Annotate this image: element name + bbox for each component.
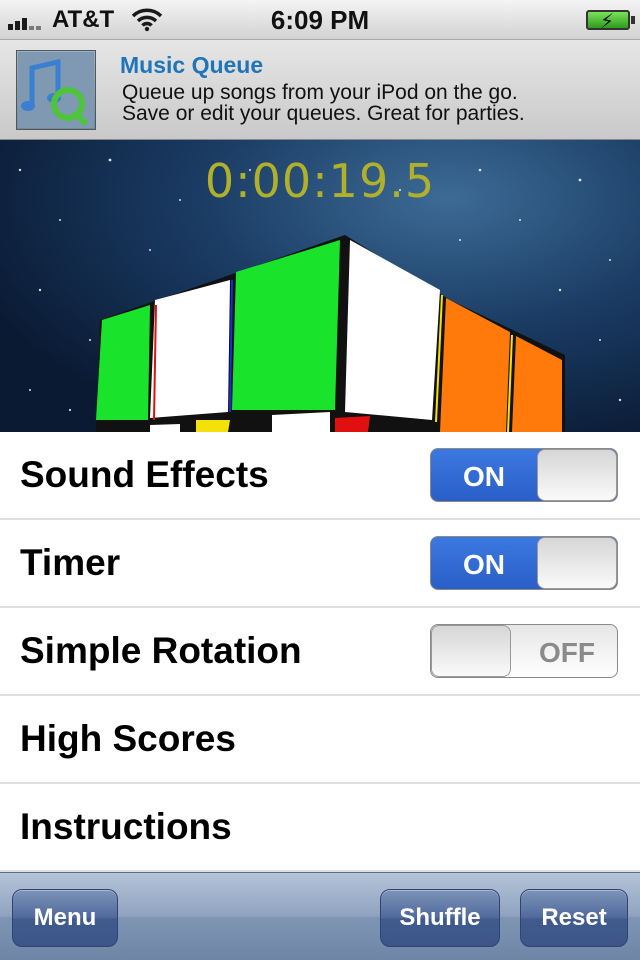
simple-rotation-label: Simple Rotation <box>20 630 302 671</box>
instructions-label: Instructions <box>20 806 232 847</box>
ad-title: Music Queue <box>120 52 264 78</box>
toggle-state-text: OFF <box>539 637 595 668</box>
shuffle-button[interactable]: Shuffle <box>380 889 500 947</box>
music-note-icon <box>18 52 94 128</box>
toggle-knob <box>537 449 617 501</box>
setting-row-sound-effects: Sound Effects ON <box>0 432 640 520</box>
menu-button[interactable]: Menu <box>12 889 118 947</box>
music-queue-app-icon <box>16 50 96 130</box>
reset-button[interactable]: Reset <box>520 889 628 947</box>
simple-rotation-toggle[interactable]: OFF <box>430 624 618 678</box>
ad-description-line-1: Queue up songs from your iPod on the go. <box>122 81 518 104</box>
settings-list: Sound Effects ON Timer ON Simple Rotatio… <box>0 432 640 872</box>
clock: 6:09 PM <box>270 5 370 35</box>
ad-banner[interactable]: Music Queue Queue up songs from your iPo… <box>0 40 640 140</box>
toggle-state-text: ON <box>463 461 505 492</box>
status-bar: AT&T 6:09 PM ⚡ <box>0 0 640 40</box>
timer-label: Timer <box>20 542 121 583</box>
instructions-row[interactable]: Instructions <box>0 784 640 872</box>
sound-effects-label: Sound Effects <box>20 454 269 495</box>
bottom-toolbar: Menu Shuffle Reset <box>0 872 640 960</box>
setting-row-timer: Timer ON <box>0 520 640 608</box>
toggle-state-text: ON <box>463 549 505 580</box>
cube-game-view[interactable]: 0:00:19.5 <box>0 140 640 432</box>
sound-effects-toggle[interactable]: ON <box>430 448 618 502</box>
toggle-knob <box>537 537 617 589</box>
high-scores-label: High Scores <box>20 718 236 759</box>
charging-bolt-icon: ⚡ <box>600 11 615 33</box>
battery-icon: ⚡ <box>586 10 635 33</box>
ad-description-line-2: Save or edit your queues. Great for part… <box>122 102 525 125</box>
game-timer: 0:00:19.5 <box>204 154 436 208</box>
setting-row-simple-rotation: Simple Rotation OFF <box>0 608 640 696</box>
high-scores-row[interactable]: High Scores <box>0 696 640 784</box>
toggle-knob <box>431 625 511 677</box>
timer-toggle[interactable]: ON <box>430 536 618 590</box>
